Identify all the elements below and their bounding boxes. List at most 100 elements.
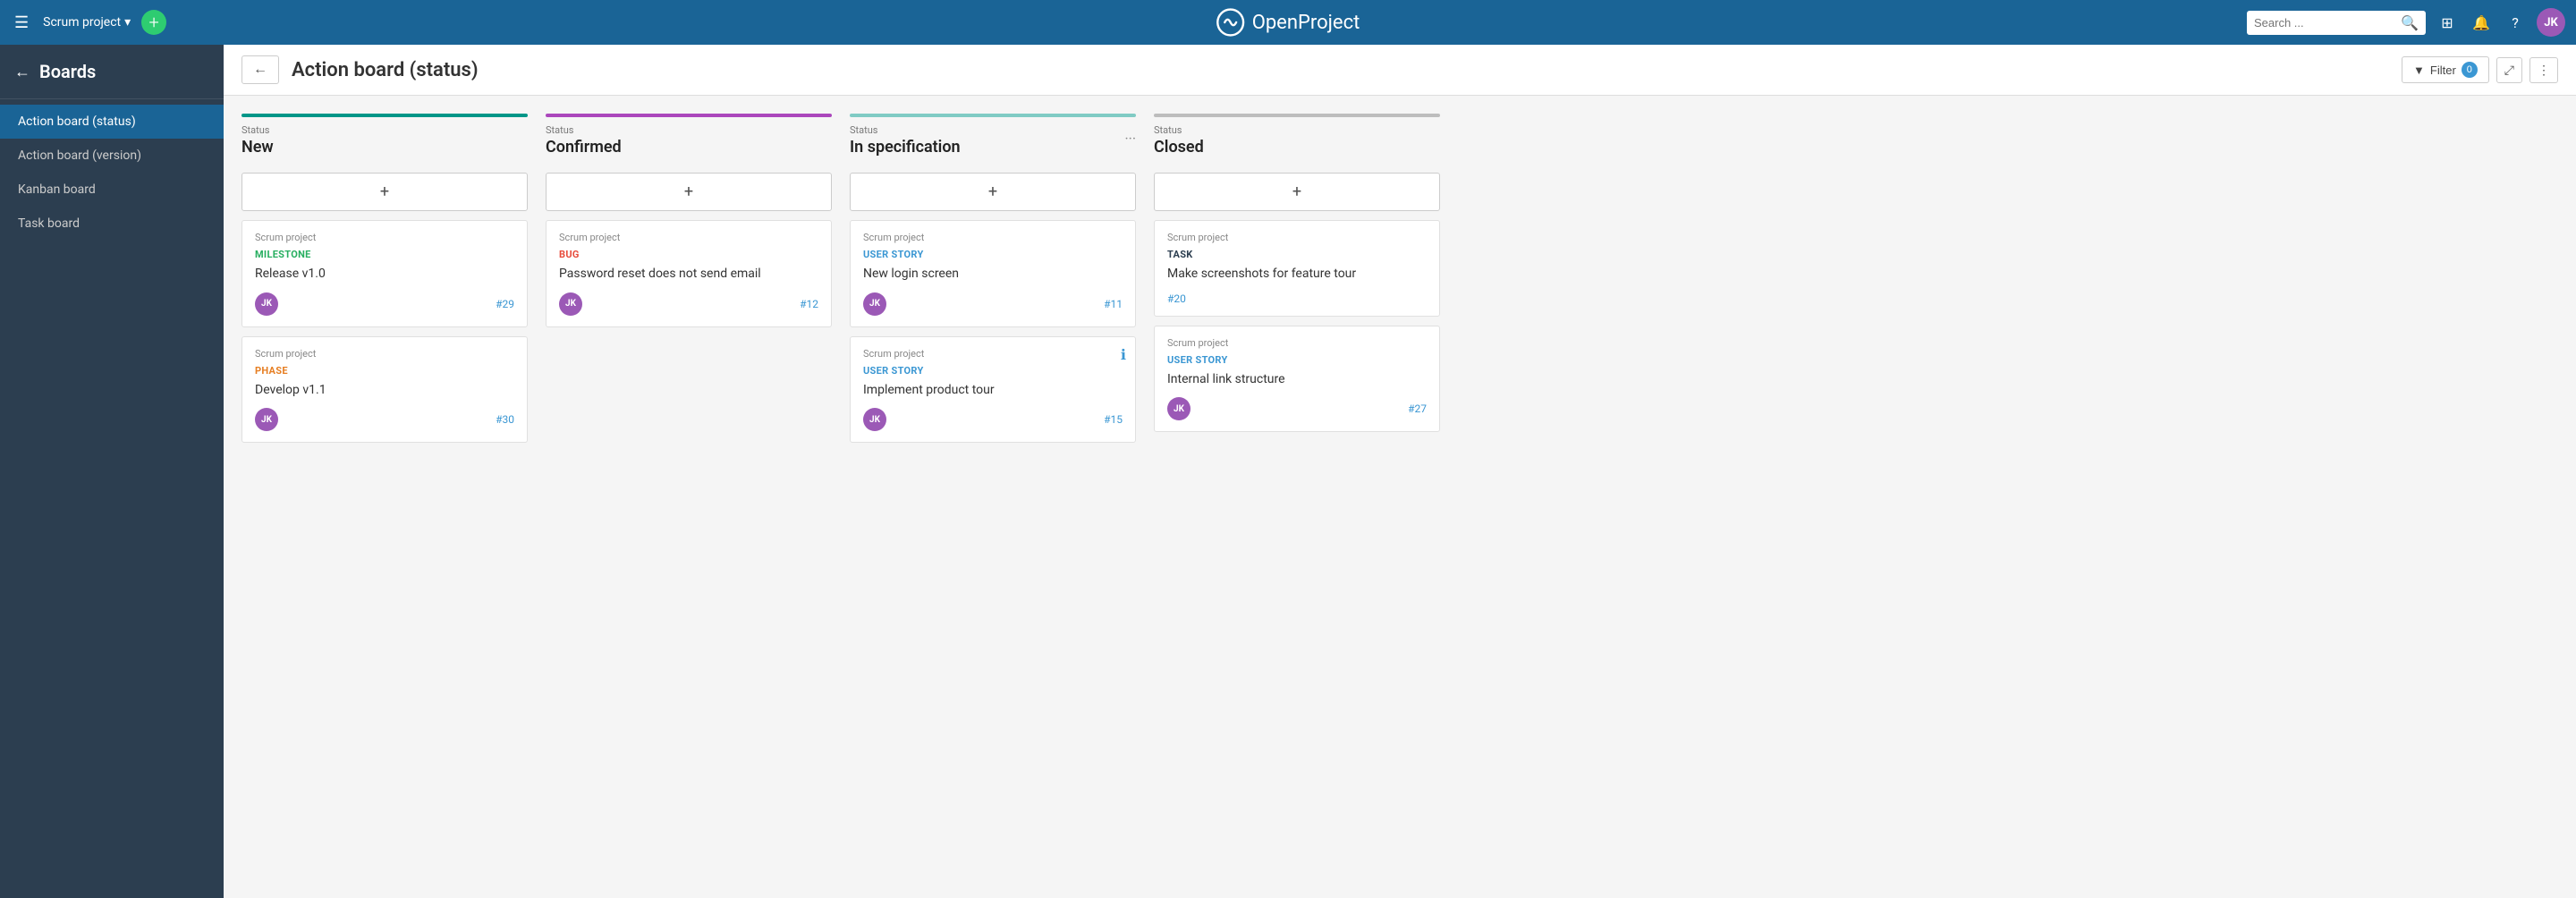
column-status-label: Status [850, 124, 1136, 136]
card-id: #11 [1104, 298, 1123, 310]
card[interactable]: Scrum project BUG Password reset does no… [546, 220, 832, 327]
card-footer: JK #30 [255, 408, 514, 431]
hamburger-icon[interactable]: ☰ [11, 10, 32, 36]
column-header-new: Status New [242, 114, 528, 164]
column-header-closed: Status Closed [1154, 114, 1440, 164]
project-dropdown-icon: ▾ [124, 15, 131, 30]
card-footer: JK #11 [863, 292, 1123, 316]
project-selector[interactable]: Scrum project ▾ [43, 15, 131, 30]
filter-icon: ▼ [2413, 64, 2425, 77]
card-title: Implement product tour [863, 382, 1123, 400]
card-title: Password reset does not send email [559, 266, 818, 284]
card-project: Scrum project [863, 348, 1123, 360]
filter-count: 0 [2462, 62, 2478, 78]
card-id: #29 [496, 298, 514, 310]
page-title: Action board (status) [292, 59, 2389, 81]
card[interactable]: Scrum project USER STORY Internal link s… [1154, 326, 1440, 433]
sidebar-nav: Action board (status) Action board (vers… [0, 99, 224, 246]
column-status-label: Status [242, 124, 528, 136]
column-color-bar [546, 114, 832, 117]
topnav-right: 🔍 ⊞ 🔔 ? JK [2247, 8, 2565, 37]
sidebar-title: Boards [39, 61, 96, 82]
card-footer: JK #12 [559, 292, 818, 316]
card-project: Scrum project [863, 232, 1123, 243]
card-id: #20 [1167, 292, 1186, 305]
card[interactable]: ℹ Scrum project USER STORY Implement pro… [850, 336, 1136, 444]
card-id: #12 [800, 298, 818, 310]
card-id: #27 [1408, 402, 1427, 415]
sidebar-item-kanban[interactable]: Kanban board [0, 173, 224, 207]
column-status-label: Status [1154, 124, 1440, 136]
avatar: JK [863, 292, 886, 316]
card-type: MILESTONE [255, 249, 514, 260]
sidebar-item-action-status[interactable]: Action board (status) [0, 105, 224, 139]
card-type: PHASE [255, 365, 514, 377]
avatar: JK [863, 408, 886, 431]
column-name: Closed [1154, 138, 1440, 157]
column-options-icon[interactable]: ··· [1124, 131, 1136, 148]
sidebar-item-label: Task board [18, 216, 80, 231]
search-box[interactable]: 🔍 [2247, 11, 2426, 35]
sidebar: ← Boards Action board (status) Action bo… [0, 45, 224, 898]
card-type: TASK [1167, 249, 1427, 260]
search-input[interactable] [2254, 16, 2395, 30]
add-card-button[interactable]: + [1154, 173, 1440, 211]
layout: ← Boards Action board (status) Action bo… [0, 45, 2576, 898]
grid-icon[interactable]: ⊞ [2435, 10, 2460, 35]
sidebar-item-label: Action board (status) [18, 114, 136, 129]
card[interactable]: Scrum project USER STORY New login scree… [850, 220, 1136, 327]
avatar[interactable]: JK [2537, 8, 2565, 37]
column-color-bar [1154, 114, 1440, 117]
sidebar-item-label: Action board (version) [18, 148, 141, 163]
sidebar-back-arrow[interactable]: ← [14, 63, 30, 81]
back-button[interactable]: ← [242, 55, 279, 84]
topnav: ☰ Scrum project ▾ + OpenProject 🔍 ⊞ 🔔 ? … [0, 0, 2576, 45]
card-id: #30 [496, 413, 514, 426]
card-project: Scrum project [1167, 337, 1427, 349]
project-name: Scrum project [43, 15, 121, 30]
avatar: JK [255, 408, 278, 431]
card-project: Scrum project [559, 232, 818, 243]
filter-label: Filter [2430, 64, 2456, 77]
card-footer: JK #27 [1167, 397, 1427, 420]
card-project: Scrum project [255, 348, 514, 360]
avatar: JK [559, 292, 582, 316]
column-name: New [242, 138, 528, 157]
more-options-button[interactable]: ⋮ [2529, 57, 2558, 83]
column-name: In specification [850, 138, 1136, 157]
sidebar-item-action-version[interactable]: Action board (version) [0, 139, 224, 173]
card-type: USER STORY [863, 249, 1123, 260]
card-footer: JK #29 [255, 292, 514, 316]
add-button[interactable]: + [141, 10, 166, 35]
column-color-bar [850, 114, 1136, 117]
add-card-button[interactable]: + [850, 173, 1136, 211]
add-card-button[interactable]: + [242, 173, 528, 211]
info-icon: ℹ [1121, 346, 1126, 363]
card-footer: #20 [1167, 292, 1427, 305]
column-status-label: Status [546, 124, 832, 136]
sidebar-item-label: Kanban board [18, 182, 96, 197]
sidebar-item-task[interactable]: Task board [0, 207, 224, 241]
add-card-button[interactable]: + [546, 173, 832, 211]
card[interactable]: Scrum project TASK Make screenshots for … [1154, 220, 1440, 317]
column-header-confirmed: Status Confirmed [546, 114, 832, 164]
card-type: BUG [559, 249, 818, 260]
header-actions: ▼ Filter 0 ⤢ ⋮ [2402, 56, 2558, 83]
column-closed: Status Closed + Scrum project TASK Make … [1154, 114, 1440, 880]
card[interactable]: Scrum project PHASE Develop v1.1 JK #30 [242, 336, 528, 444]
column-confirmed: Status Confirmed + Scrum project BUG Pas… [546, 114, 832, 880]
search-icon: 🔍 [2401, 14, 2419, 31]
fullscreen-button[interactable]: ⤢ [2496, 57, 2522, 83]
column-name: Confirmed [546, 138, 832, 157]
bell-icon[interactable]: 🔔 [2469, 10, 2494, 35]
card-id: #15 [1104, 413, 1123, 426]
card-title: Make screenshots for feature tour [1167, 266, 1427, 284]
card[interactable]: Scrum project MILESTONE Release v1.0 JK … [242, 220, 528, 327]
main-header: ← Action board (status) ▼ Filter 0 ⤢ ⋮ [224, 45, 2576, 96]
card-title: Develop v1.1 [255, 382, 514, 400]
card-type: USER STORY [863, 365, 1123, 377]
card-title: Internal link structure [1167, 371, 1427, 389]
filter-button[interactable]: ▼ Filter 0 [2402, 56, 2489, 83]
help-icon[interactable]: ? [2503, 10, 2528, 35]
column-in-specification: Status In specification ··· + Scrum proj… [850, 114, 1136, 880]
